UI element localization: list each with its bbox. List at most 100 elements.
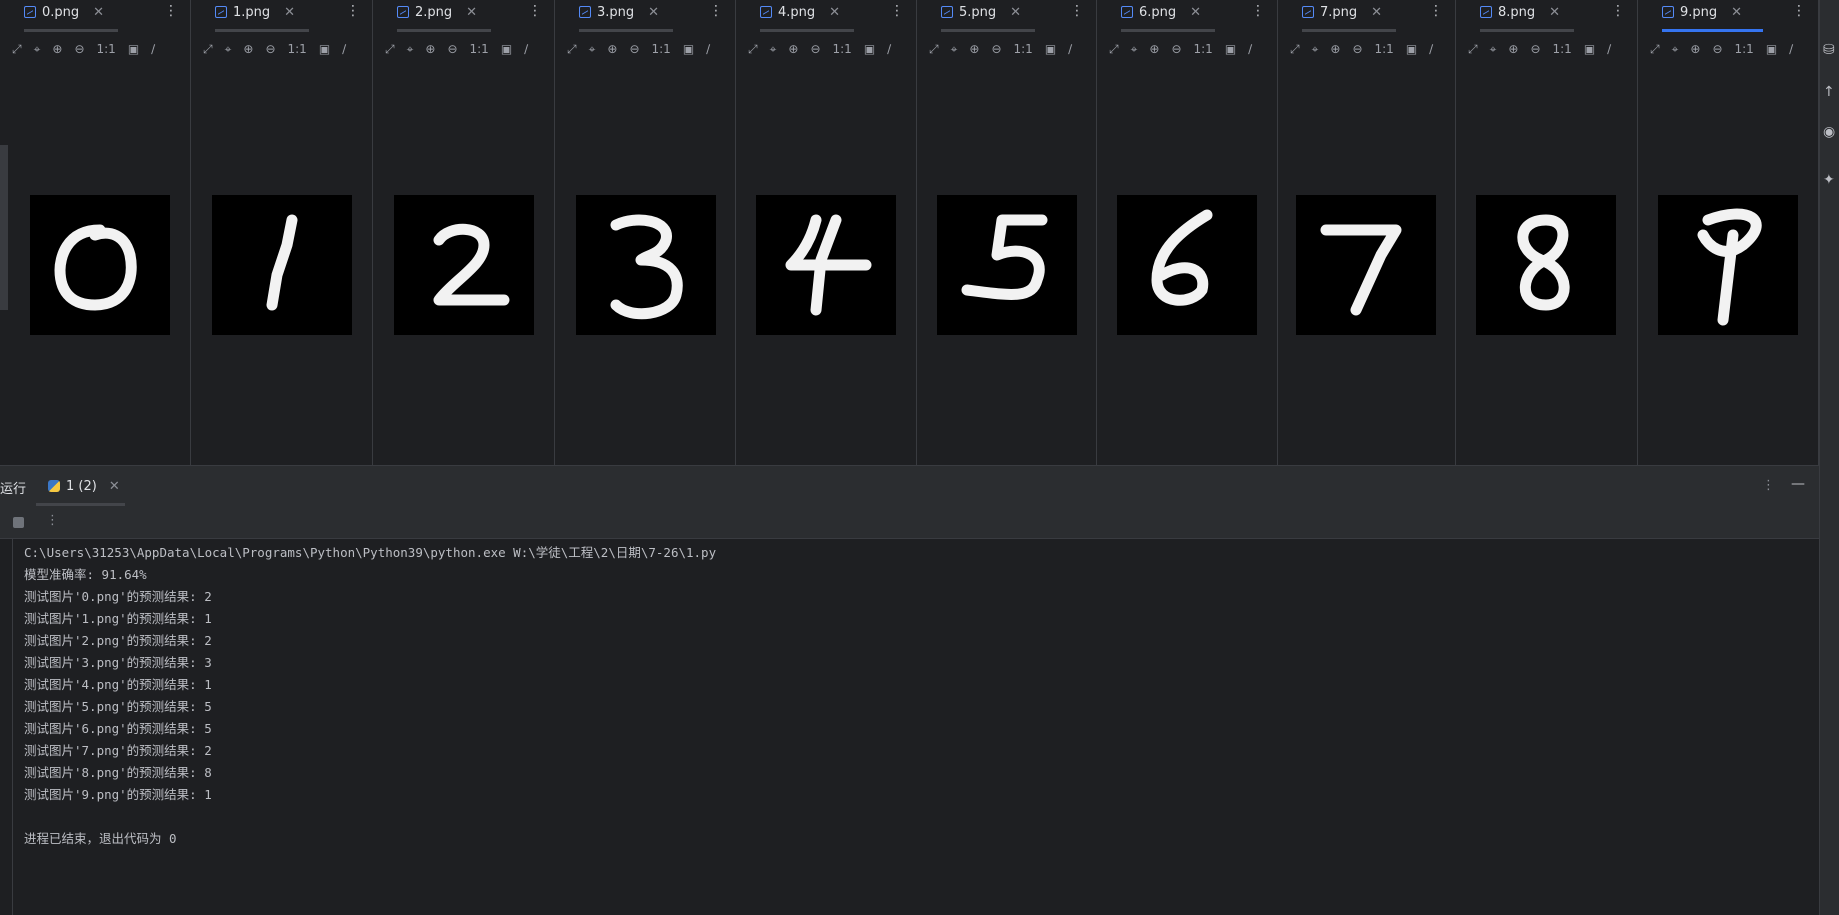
console-output[interactable]: C:\Users\31253\AppData\Local\Programs\Py… [24, 542, 1819, 915]
background-toggle-icon[interactable]: ▣ [128, 42, 139, 56]
actual-size-button[interactable]: 1:1 [833, 42, 852, 56]
background-toggle-icon[interactable]: ▣ [501, 42, 512, 56]
editor-tab-2[interactable]: 2.png ✕ ⋮ [373, 0, 554, 24]
actual-size-button[interactable]: 1:1 [1375, 42, 1394, 56]
ai-assistant-icon[interactable]: ✦ [1823, 172, 1835, 188]
run-config-tab[interactable]: 1 (2) ✕ [36, 466, 120, 506]
zoom-out-icon[interactable]: ⊖ [1352, 42, 1362, 56]
close-icon[interactable]: ✕ [1371, 5, 1382, 20]
chessboard-icon[interactable]: ∕ [1789, 42, 1793, 56]
grid-icon[interactable]: ⌖ [407, 42, 414, 57]
editor-tab-6[interactable]: 6.png ✕ ⋮ [1097, 0, 1277, 24]
grid-icon[interactable]: ⌖ [589, 42, 596, 57]
stop-icon[interactable] [13, 517, 24, 528]
more-options-icon[interactable]: ⋮ [1611, 3, 1625, 19]
database-icon[interactable]: ⛁ [1823, 42, 1835, 58]
zoom-out-icon[interactable]: ⊖ [991, 42, 1001, 56]
fit-zoom-icon[interactable]: ⤢ [1290, 42, 1300, 57]
background-toggle-icon[interactable]: ▣ [1584, 42, 1595, 56]
grid-icon[interactable]: ⌖ [1672, 42, 1679, 57]
zoom-out-icon[interactable]: ⊖ [447, 42, 457, 56]
editor-tab-4[interactable]: 4.png ✕ ⋮ [736, 0, 916, 24]
zoom-in-icon[interactable]: ⊕ [969, 42, 979, 56]
zoom-in-icon[interactable]: ⊕ [788, 42, 798, 56]
close-icon[interactable]: ✕ [466, 5, 477, 20]
chessboard-icon[interactable]: ∕ [706, 42, 710, 56]
chessboard-icon[interactable]: ∕ [151, 42, 155, 56]
editor-tab-5[interactable]: 5.png ✕ ⋮ [917, 0, 1096, 24]
grid-icon[interactable]: ⌖ [1131, 42, 1138, 57]
actual-size-button[interactable]: 1:1 [1553, 42, 1572, 56]
zoom-out-icon[interactable]: ⊖ [74, 42, 84, 56]
chessboard-icon[interactable]: ∕ [1248, 42, 1252, 56]
close-icon[interactable]: ✕ [648, 5, 659, 20]
more-options-icon[interactable]: ⋮ [890, 3, 904, 19]
editor-tab-0[interactable]: 0.png ✕ ⋮ [0, 0, 190, 24]
chessboard-icon[interactable]: ∕ [524, 42, 528, 56]
more-options-icon[interactable]: ⋮ [709, 3, 723, 19]
zoom-out-icon[interactable]: ⊖ [1712, 42, 1722, 56]
grid-icon[interactable]: ⌖ [951, 42, 958, 57]
options-menu-icon[interactable]: ⋮ [1762, 478, 1775, 493]
actual-size-button[interactable]: 1:1 [1194, 42, 1213, 56]
grid-icon[interactable]: ⌖ [770, 42, 777, 57]
actual-size-button[interactable]: 1:1 [1014, 42, 1033, 56]
actual-size-button[interactable]: 1:1 [470, 42, 489, 56]
editor-tab-9[interactable]: 9.png ✕ ⋮ [1638, 0, 1818, 24]
zoom-in-icon[interactable]: ⊕ [52, 42, 62, 56]
background-toggle-icon[interactable]: ▣ [1766, 42, 1777, 56]
chessboard-icon[interactable]: ∕ [887, 42, 891, 56]
close-icon[interactable]: ✕ [109, 479, 120, 494]
editor-tab-8[interactable]: 8.png ✕ ⋮ [1456, 0, 1637, 24]
more-options-icon[interactable]: ⋮ [1792, 3, 1806, 19]
background-toggle-icon[interactable]: ▣ [319, 42, 330, 56]
zoom-out-icon[interactable]: ⊖ [1171, 42, 1181, 56]
more-options-icon[interactable]: ⋮ [346, 3, 360, 19]
close-icon[interactable]: ✕ [93, 5, 104, 20]
fit-zoom-icon[interactable]: ⤢ [203, 42, 213, 57]
sciview-icon[interactable]: ◉ [1823, 124, 1835, 140]
more-options-icon[interactable]: ⋮ [164, 3, 178, 19]
zoom-out-icon[interactable]: ⊖ [629, 42, 639, 56]
grid-icon[interactable]: ⌖ [1490, 42, 1497, 57]
more-options-icon[interactable]: ⋮ [528, 3, 542, 19]
close-icon[interactable]: ✕ [1731, 5, 1742, 20]
chessboard-icon[interactable]: ∕ [1429, 42, 1433, 56]
fit-zoom-icon[interactable]: ⤢ [12, 42, 22, 57]
actual-size-button[interactable]: 1:1 [1735, 42, 1754, 56]
chessboard-icon[interactable]: ∕ [342, 42, 346, 56]
editor-scrollbar[interactable] [0, 145, 8, 310]
fit-zoom-icon[interactable]: ⤢ [1109, 42, 1119, 57]
close-icon[interactable]: ✕ [1010, 5, 1021, 20]
chessboard-icon[interactable]: ∕ [1607, 42, 1611, 56]
background-toggle-icon[interactable]: ▣ [1045, 42, 1056, 56]
actual-size-button[interactable]: 1:1 [652, 42, 671, 56]
grid-icon[interactable]: ⌖ [34, 42, 41, 57]
notifications-icon[interactable]: ↑ [1823, 84, 1835, 100]
zoom-out-icon[interactable]: ⊖ [810, 42, 820, 56]
background-toggle-icon[interactable]: ▣ [864, 42, 875, 56]
zoom-in-icon[interactable]: ⊕ [1508, 42, 1518, 56]
close-icon[interactable]: ✕ [829, 5, 840, 20]
more-actions-icon[interactable]: ⋮ [46, 513, 59, 528]
fit-zoom-icon[interactable]: ⤢ [748, 42, 758, 57]
fit-zoom-icon[interactable]: ⤢ [1650, 42, 1660, 57]
grid-icon[interactable]: ⌖ [225, 42, 232, 57]
minimize-icon[interactable]: — [1791, 476, 1805, 492]
background-toggle-icon[interactable]: ▣ [1406, 42, 1417, 56]
zoom-in-icon[interactable]: ⊕ [1149, 42, 1159, 56]
zoom-in-icon[interactable]: ⊕ [425, 42, 435, 56]
fit-zoom-icon[interactable]: ⤢ [1468, 42, 1478, 57]
background-toggle-icon[interactable]: ▣ [1225, 42, 1236, 56]
zoom-in-icon[interactable]: ⊕ [243, 42, 253, 56]
zoom-in-icon[interactable]: ⊕ [1690, 42, 1700, 56]
zoom-in-icon[interactable]: ⊕ [607, 42, 617, 56]
grid-icon[interactable]: ⌖ [1312, 42, 1319, 57]
fit-zoom-icon[interactable]: ⤢ [385, 42, 395, 57]
zoom-out-icon[interactable]: ⊖ [265, 42, 275, 56]
zoom-out-icon[interactable]: ⊖ [1530, 42, 1540, 56]
close-icon[interactable]: ✕ [284, 5, 295, 20]
more-options-icon[interactable]: ⋮ [1070, 3, 1084, 19]
chessboard-icon[interactable]: ∕ [1068, 42, 1072, 56]
more-options-icon[interactable]: ⋮ [1251, 3, 1265, 19]
